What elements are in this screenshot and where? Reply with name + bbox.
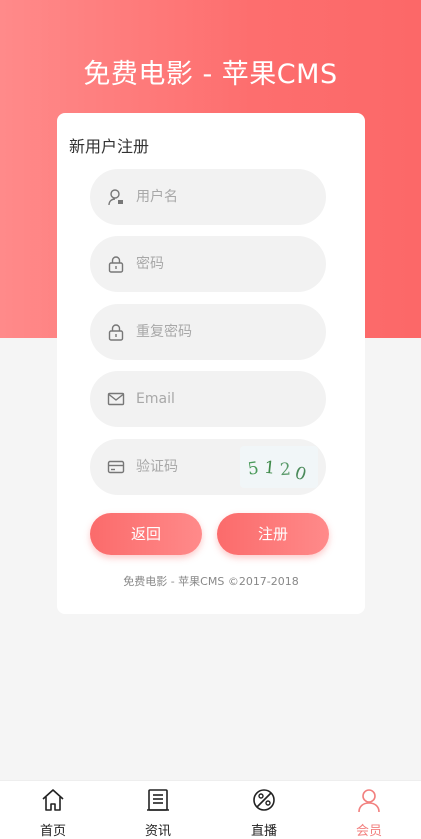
password-input[interactable] [136, 236, 276, 292]
tab-label: 资讯 [144, 824, 171, 839]
captcha-field[interactable]: 5 1 2 0 [90, 439, 326, 495]
tab-label: 直播 [250, 824, 277, 839]
lock-icon [107, 323, 125, 341]
user-icon [107, 188, 125, 206]
email-field[interactable] [90, 371, 326, 427]
copyright-text: 免费电影 - 苹果CMS ©2017-2018 [123, 575, 299, 588]
tab-label: 首页 [39, 824, 66, 839]
mail-icon [107, 390, 125, 408]
captcha-char: 0 [292, 463, 308, 485]
captcha-char: 1 [263, 458, 276, 479]
card-icon [107, 458, 125, 476]
captcha-image[interactable]: 5 1 2 0 [240, 446, 318, 488]
news-icon [145, 787, 171, 813]
tab-live[interactable]: 直播 [224, 781, 304, 839]
register-card: 新用户注册 5 1 2 0 [57, 113, 365, 614]
tab-label: 会员 [355, 824, 382, 839]
username-input[interactable] [136, 169, 276, 225]
confirm-password-input[interactable] [136, 304, 276, 360]
username-field[interactable] [90, 169, 326, 225]
register-button[interactable]: 注册 [217, 513, 329, 555]
form-title: 新用户注册 [69, 137, 150, 156]
live-icon [251, 787, 277, 813]
back-button[interactable]: 返回 [90, 513, 202, 555]
lock-icon [107, 255, 125, 273]
home-icon [40, 787, 66, 813]
member-icon [356, 787, 382, 813]
password-field[interactable] [90, 236, 326, 292]
captcha-char: 2 [279, 460, 291, 481]
confirm-password-field[interactable] [90, 304, 326, 360]
site-title: 免费电影 - 苹果CMS [83, 59, 338, 90]
email-input[interactable] [136, 371, 276, 427]
bottom-tab-bar: 首页 资讯 直播 会员 [0, 780, 421, 839]
captcha-char: 5 [247, 458, 261, 479]
tab-member[interactable]: 会员 [329, 781, 409, 839]
tab-home[interactable]: 首页 [13, 781, 93, 839]
tab-news[interactable]: 资讯 [118, 781, 198, 839]
